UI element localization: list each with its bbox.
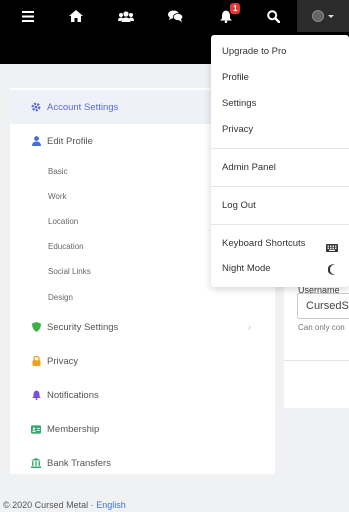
sidebar-subitem-basic[interactable]: Basic (48, 167, 68, 176)
sidebar-item-security-settings[interactable]: Security Settings › (10, 310, 275, 344)
menu-divider (211, 148, 349, 149)
sidebar-subitem-work[interactable]: Work (48, 192, 67, 201)
search-icon (266, 9, 280, 23)
sidebar-item-membership[interactable]: Membership (10, 412, 275, 446)
sidebar-subitem-education[interactable]: Education (48, 242, 84, 251)
notification-badge: 1 (230, 3, 241, 14)
notifications-button[interactable]: 1 (214, 0, 241, 32)
sidebar-item-label: Privacy (47, 355, 79, 367)
menu-item-admin-panel[interactable]: Admin Panel (222, 162, 276, 173)
sidebar-item-label: Security Settings (47, 321, 119, 333)
sidebar-item-notifications[interactable]: Notifications (10, 378, 275, 412)
home-icon (69, 10, 83, 22)
menu-item-night-mode[interactable]: Night Mode (222, 263, 271, 274)
menu-button[interactable] (18, 0, 38, 32)
chat-icon (167, 10, 183, 22)
username-hint: Can only con (298, 323, 345, 332)
username-input[interactable]: CursedS (297, 293, 349, 319)
keyboard-icon (326, 239, 338, 257)
sidebar-item-label: Notifications (47, 389, 99, 401)
friends-button[interactable] (116, 0, 136, 32)
language-link[interactable]: English (96, 500, 126, 510)
menu-item-profile[interactable]: Profile (222, 72, 249, 83)
user-dropdown-menu: Upgrade to Pro Profile Settings Privacy … (211, 35, 349, 287)
menu-item-log-out[interactable]: Log Out (222, 200, 256, 211)
chevron-down-icon (328, 14, 334, 18)
user-icon (31, 136, 41, 146)
sidebar-item-privacy[interactable]: Privacy (10, 344, 275, 378)
sidebar-item-label: Edit Profile (47, 135, 93, 147)
users-icon (118, 10, 134, 22)
menu-item-keyboard-shortcuts[interactable]: Keyboard Shortcuts (222, 238, 305, 249)
lock-icon (31, 356, 41, 366)
bell-icon (31, 390, 41, 400)
moon-icon (327, 262, 338, 280)
avatar (312, 10, 324, 22)
sidebar-subitem-design[interactable]: Design (48, 293, 73, 302)
gear-icon (31, 102, 41, 112)
search-button[interactable] (263, 0, 283, 32)
footer: © 2020 Cursed Metal · English (3, 500, 126, 510)
sidebar-item-label: Membership (47, 423, 100, 435)
home-button[interactable] (66, 0, 86, 32)
sidebar-item-label: Account Settings (47, 101, 119, 113)
id-card-icon (31, 424, 41, 434)
chevron-right-icon: › (248, 322, 251, 332)
menu-divider (211, 224, 349, 225)
sidebar-subitem-social-links[interactable]: Social Links (48, 267, 91, 276)
menu-item-upgrade[interactable]: Upgrade to Pro (222, 46, 286, 57)
sidebar-item-bank-transfers[interactable]: Bank Transfers (10, 446, 275, 474)
menu-item-settings[interactable]: Settings (222, 98, 256, 109)
menu-item-privacy[interactable]: Privacy (222, 124, 253, 135)
user-menu-button[interactable] (297, 0, 349, 32)
shield-icon (31, 322, 41, 332)
menu-divider (211, 186, 349, 187)
messages-button[interactable] (165, 0, 185, 32)
sidebar-item-label: Bank Transfers (47, 457, 111, 469)
divider (284, 360, 349, 361)
menu-icon (22, 10, 34, 22)
copyright-text: © 2020 Cursed Metal · (3, 500, 97, 510)
bank-icon (31, 458, 41, 468)
top-nav: 1 (0, 0, 349, 32)
sidebar-subitem-location[interactable]: Location (48, 217, 78, 226)
